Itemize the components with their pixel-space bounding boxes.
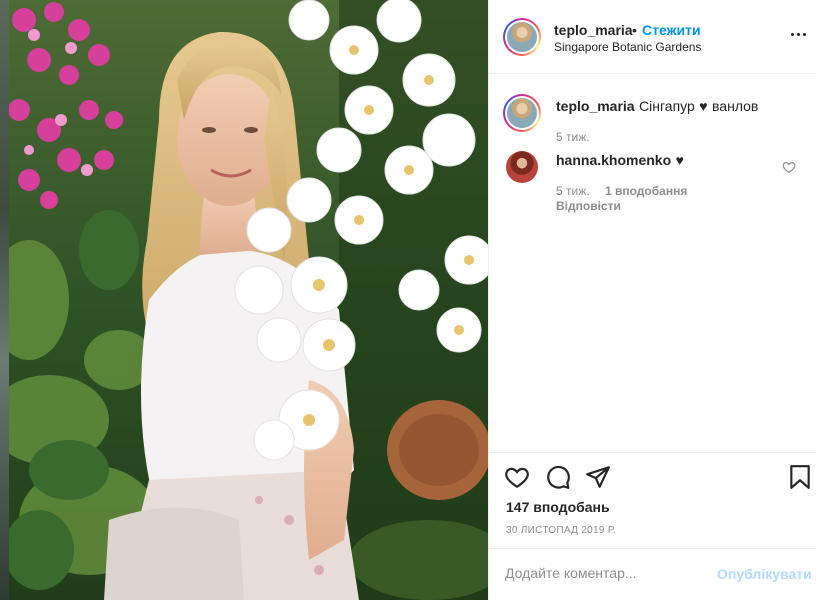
comment-username[interactable]: hanna.khomenko (556, 152, 671, 168)
dot-separator: • (632, 22, 637, 38)
reply-button[interactable]: Відповісти (556, 199, 621, 213)
caption-avatar[interactable] (503, 94, 541, 132)
follow-button[interactable]: Стежити (642, 22, 701, 38)
post-date: 30 ЛИСТОПАД 2019 Р. (506, 525, 617, 536)
post-photo[interactable] (9, 0, 488, 600)
comment-line: hanna.khomenko ♥ (556, 152, 684, 170)
caption-line: teplo_maria Сінгапур ♥ ванлов (556, 98, 758, 116)
comment-heart: ♥ (675, 152, 684, 168)
more-options-icon[interactable] (789, 28, 809, 40)
caption-heart: ♥ (699, 98, 708, 114)
post-comment-button[interactable]: Опублікувати (717, 566, 812, 582)
author-avatar[interactable] (503, 18, 541, 56)
comment-age[interactable]: 5 тиж. (556, 184, 590, 198)
comment-bar: Опублікувати (489, 548, 816, 601)
author-username[interactable]: teplo_maria (554, 22, 633, 38)
left-edge-strip (0, 0, 9, 600)
share-paper-plane-icon[interactable] (585, 464, 611, 490)
comment-like-icon[interactable] (782, 160, 796, 174)
comment-likes[interactable]: 1 вподобання (605, 184, 687, 198)
caption-text-before: Сінгапур (639, 98, 695, 114)
comment-input[interactable] (505, 565, 705, 581)
commenter-avatar[interactable] (506, 151, 538, 183)
caption-text-after: ванлов (712, 98, 759, 114)
likes-count[interactable]: 147 вподобань (506, 499, 610, 515)
post-header: teplo_maria • Стежити Singapore Botanic … (489, 0, 816, 74)
like-heart-icon[interactable] (504, 464, 530, 490)
location-link[interactable]: Singapore Botanic Gardens (554, 40, 701, 54)
caption-age[interactable]: 5 тиж. (556, 130, 590, 144)
save-bookmark-icon[interactable] (787, 464, 813, 490)
post-photo-illustration (9, 0, 488, 600)
post-actions: 147 вподобань 30 ЛИСТОПАД 2019 Р. Опублі… (489, 452, 816, 600)
comment-bubble-icon[interactable] (545, 464, 571, 490)
caption-username[interactable]: teplo_maria (556, 98, 635, 114)
post-side-panel: teplo_maria • Стежити Singapore Botanic … (488, 0, 816, 600)
